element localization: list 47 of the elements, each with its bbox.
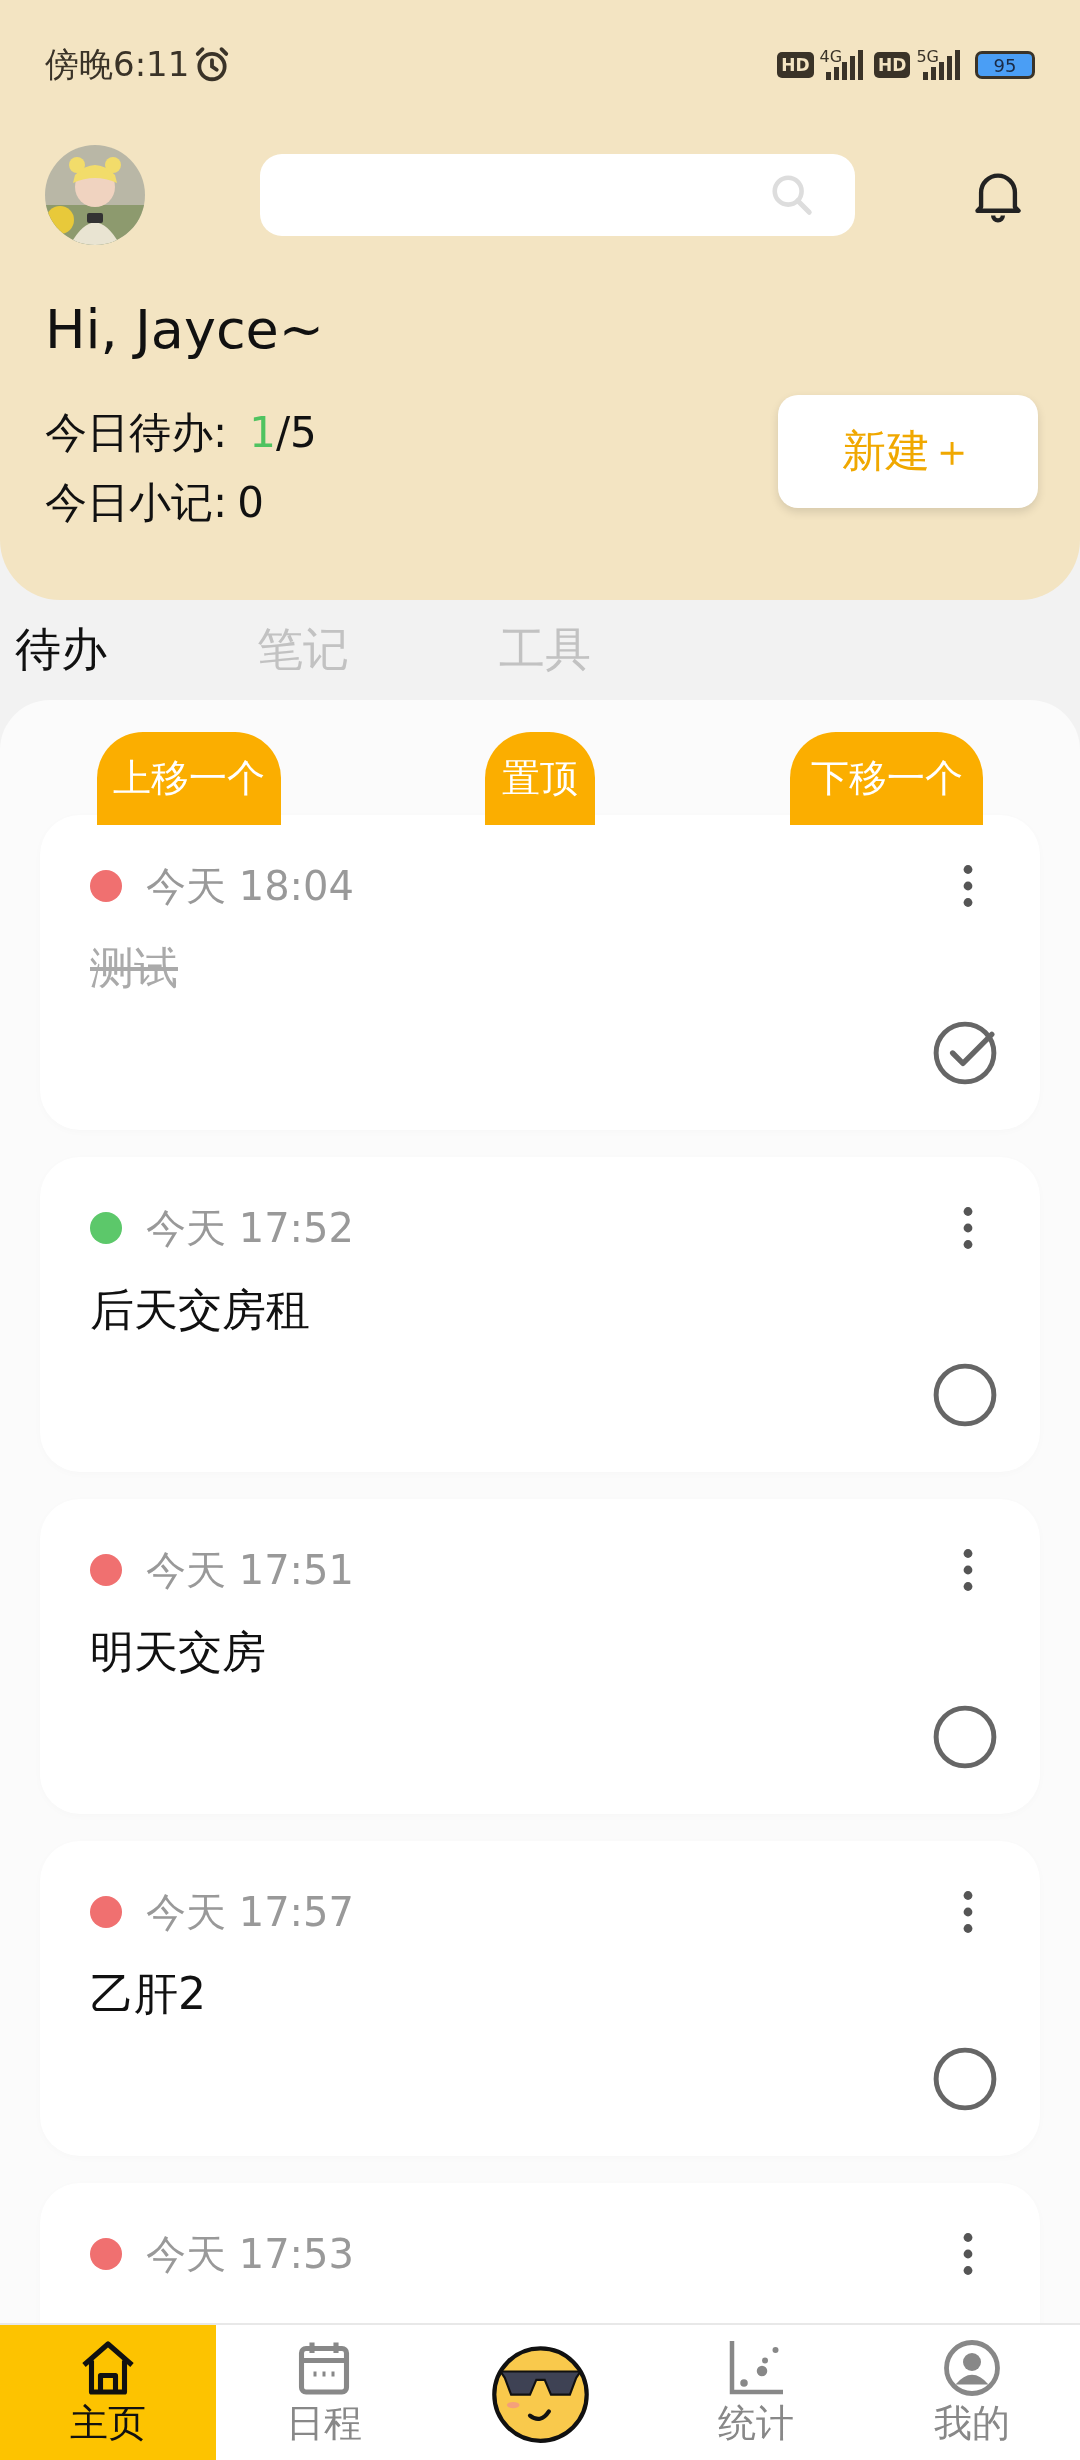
hd-badge: HD [874,52,911,78]
action-button[interactable]: 上移一个 [97,732,281,825]
todo-time: 今天 17:53 [146,2229,354,2279]
more-icon[interactable] [962,2232,974,2276]
nav-tab[interactable]: 我的 [864,2325,1080,2460]
empty-circle-icon[interactable] [932,2046,998,2112]
empty-circle-icon[interactable] [932,1704,998,1770]
network-type: 5G [916,46,939,66]
battery-icon: 95 [975,51,1035,79]
note-count: 0 [237,478,264,527]
todo-card[interactable]: 今天 17:53 [40,2183,1040,2323]
network-type: 4G [819,46,843,66]
search-field[interactable] [260,154,855,236]
hd-badge: HD [777,52,814,78]
todo-title: 乙肝2 [90,1967,206,2021]
greeting: Hi, Jayce~ [45,297,325,363]
todo-card[interactable]: 今天 18:04 测试 [40,815,1040,1130]
todo-card[interactable]: 今天 17:51 明天交房 [40,1499,1040,1814]
more-icon[interactable] [962,1890,974,1934]
todo-title: 明天交房 [90,1625,266,1679]
todo-time: 今天 18:04 [146,861,354,911]
more-icon[interactable] [962,864,974,908]
checked-circle-icon[interactable] [932,1020,998,1086]
tab[interactable]: 待办 [15,619,107,681]
stat-label: 今日小记: [45,478,228,527]
todo-time: 今天 17:51 [146,1545,354,1595]
total-count: /5 [275,408,317,457]
todo-title: 后天交房租 [90,1283,310,1337]
empty-circle-icon[interactable] [932,1362,998,1428]
new-button[interactable]: 新建＋ [778,395,1038,508]
todo-card[interactable]: 今天 17:52 后天交房租 [40,1157,1040,1472]
more-icon[interactable] [962,1206,974,1250]
user-icon [942,2337,1002,2398]
nav-tab[interactable]: 统计 [648,2325,864,2460]
todo-time: 今天 17:57 [146,1887,354,1937]
todo-time: 今天 17:52 [146,1203,354,1253]
stat-label: 今日待办: [45,408,228,457]
nav-tab[interactable]: 日程 [216,2325,432,2460]
todo-title: 测试 [90,941,178,995]
status-time: 傍晚6:11 [45,43,190,86]
nav-tab[interactable]: 主页 [0,2325,216,2460]
more-icon[interactable] [962,1548,974,1592]
action-button[interactable]: 下移一个 [790,732,983,825]
action-button[interactable]: 置顶 [485,732,595,825]
todo-card[interactable]: 今天 17:57 乙肝2 [40,1841,1040,2156]
done-count: 1 [249,408,276,457]
search-icon [769,172,815,218]
